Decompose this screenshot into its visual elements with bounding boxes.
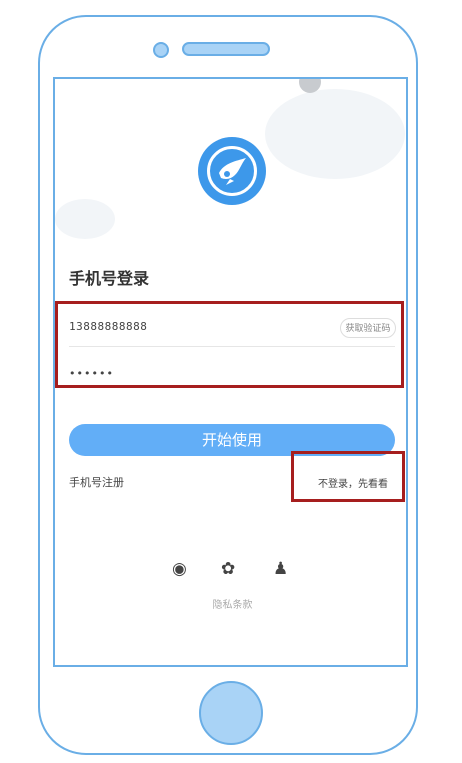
speaker-slot <box>182 42 270 56</box>
qq-icon[interactable]: ♟ <box>273 559 288 579</box>
background-decoration <box>265 89 405 179</box>
logo-ring <box>207 146 257 196</box>
page-title: 手机号登录 <box>69 269 150 288</box>
camera-icon <box>153 42 169 58</box>
highlight-skip-box <box>291 451 405 502</box>
home-button[interactable] <box>199 681 263 745</box>
background-decoration <box>55 199 115 239</box>
bird-icon <box>219 158 246 185</box>
wechat-icon[interactable]: ✿ <box>221 559 235 579</box>
app-logo <box>198 137 266 205</box>
highlight-input-box <box>55 301 404 388</box>
privacy-link[interactable]: 隐私条款 <box>55 596 406 611</box>
weibo-icon[interactable]: ◉ <box>172 559 187 579</box>
register-link[interactable]: 手机号注册 <box>69 474 124 490</box>
